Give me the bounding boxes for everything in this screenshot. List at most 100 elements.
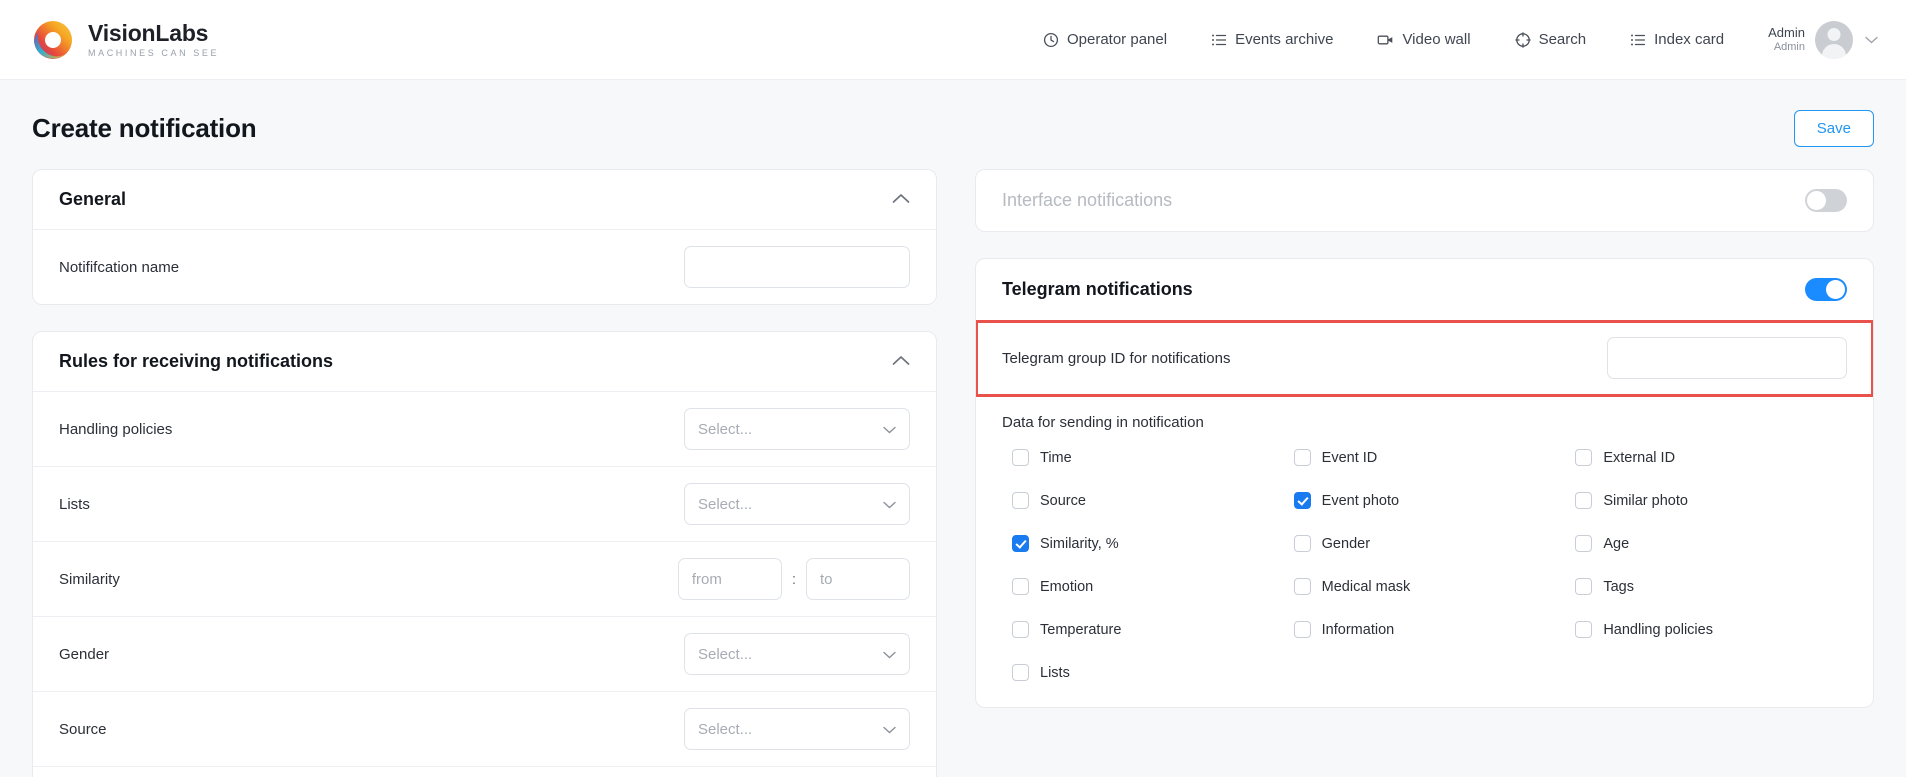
checkbox-emotion[interactable]: Emotion [1012, 578, 1284, 595]
select-value: Select... [698, 495, 753, 513]
source-label: Source [59, 720, 107, 738]
notification-name-row: Notififcation name [33, 230, 936, 304]
checkbox-lists[interactable]: Lists [1012, 664, 1284, 681]
gender-select[interactable]: Select... [684, 633, 910, 675]
source-row: Source Select... [33, 692, 936, 767]
brand-tagline: MACHINES CAN SEE [88, 48, 220, 59]
age-row: Age Select... [33, 767, 936, 777]
checkbox-box [1575, 578, 1593, 595]
lists-select[interactable]: Select... [684, 483, 910, 525]
checkbox-event-id[interactable]: Event ID [1293, 449, 1566, 466]
checkbox-box [1012, 621, 1029, 638]
checkbox-similarity[interactable]: Similarity, % [1012, 535, 1284, 552]
similarity-to-input[interactable] [806, 558, 910, 600]
nav-label: Video wall [1402, 31, 1471, 48]
checkbox-box [1575, 621, 1593, 638]
page-header: Create notification Save [0, 80, 1906, 169]
chevron-down-icon [883, 721, 896, 738]
checkbox-label: Emotion [1040, 578, 1094, 595]
checkbox-source[interactable]: Source [1012, 492, 1284, 509]
chevron-down-icon [883, 496, 896, 513]
similarity-label: Similarity [59, 570, 120, 588]
checkbox-gender[interactable]: Gender [1293, 535, 1566, 552]
checkbox-medical-mask[interactable]: Medical mask [1293, 578, 1566, 595]
checkbox-label: Event ID [1321, 449, 1378, 466]
select-value: Select... [698, 420, 753, 438]
checkbox-box [1575, 492, 1593, 509]
list-icon [1630, 32, 1646, 48]
data-for-sending-section: Data for sending in notification Time Ev… [976, 396, 1873, 707]
right-column: Interface notifications Telegram notific… [975, 169, 1874, 734]
checkbox-handling-policies[interactable]: Handling policies [1575, 621, 1847, 638]
rules-card-header[interactable]: Rules for receiving notifications [33, 332, 936, 392]
nav-item-video-wall[interactable]: Video wall [1355, 18, 1492, 62]
checkbox-event-photo[interactable]: Event photo [1293, 492, 1566, 509]
telegram-group-id-input[interactable] [1607, 337, 1847, 379]
top-navigation-bar: VisionLabs MACHINES CAN SEE Operator pan… [0, 0, 1906, 80]
checkbox-similar-photo[interactable]: Similar photo [1575, 492, 1847, 509]
nav-item-operator-panel[interactable]: Operator panel [1021, 18, 1189, 62]
nav-item-search[interactable]: Search [1493, 18, 1609, 62]
interface-notifications-header: Interface notifications [976, 170, 1873, 231]
nav-label: Events archive [1235, 31, 1334, 48]
chevron-up-icon[interactable] [892, 353, 910, 371]
checkbox-time[interactable]: Time [1012, 449, 1284, 466]
checkbox-external-id[interactable]: External ID [1575, 449, 1847, 466]
checkbox-information[interactable]: Information [1293, 621, 1566, 638]
checkbox-tags[interactable]: Tags [1575, 578, 1847, 595]
content-columns: General Notififcation name Rules for rec… [0, 169, 1906, 777]
user-menu[interactable]: Admin Admin [1768, 20, 1878, 59]
notification-name-input[interactable] [684, 246, 910, 288]
similarity-from-input[interactable] [677, 558, 782, 600]
nav-item-index-card[interactable]: Index card [1608, 18, 1746, 62]
handling-policies-select[interactable]: Select... [684, 408, 910, 450]
data-for-sending-heading: Data for sending in notification [1002, 414, 1204, 431]
telegram-group-id-row: Telegram group ID for notifications [976, 320, 1873, 397]
general-card-header[interactable]: General [33, 170, 936, 230]
select-value: Select... [698, 720, 753, 738]
notification-name-label: Notififcation name [59, 258, 180, 276]
chevron-down-icon [883, 646, 896, 663]
nav-label: Operator panel [1066, 31, 1168, 48]
checkbox-label: Similarity, % [1040, 535, 1119, 552]
chevron-down-icon[interactable] [1865, 32, 1878, 47]
checkbox-box [1293, 578, 1311, 595]
toggle-knob [1826, 280, 1845, 299]
rules-title: Rules for receiving notifications [59, 351, 334, 371]
video-camera-icon [1377, 32, 1394, 48]
chevron-down-icon [883, 421, 896, 438]
nav-label: Search [1538, 31, 1587, 48]
list-icon [1211, 32, 1227, 48]
checkbox-box [1293, 535, 1311, 552]
telegram-group-id-label: Telegram group ID for notifications [1002, 349, 1231, 367]
checkbox-temperature[interactable]: Temperature [1012, 621, 1284, 638]
nav-item-events-archive[interactable]: Events archive [1189, 18, 1355, 62]
checkbox-label: Lists [1040, 664, 1070, 681]
source-select[interactable]: Select... [684, 708, 910, 750]
checkbox-label: Tags [1603, 578, 1634, 595]
checkbox-label: Gender [1321, 535, 1371, 552]
brand-logo[interactable]: VisionLabs MACHINES CAN SEE [32, 19, 219, 61]
checkbox-box [1012, 535, 1029, 552]
interface-notifications-toggle[interactable] [1805, 189, 1847, 212]
chevron-up-icon[interactable] [892, 191, 910, 209]
nav-label: Index card [1654, 31, 1725, 48]
checkbox-age[interactable]: Age [1575, 535, 1847, 552]
data-for-sending-checkbox-grid: Time Event ID External ID Source Event p… [1002, 449, 1847, 681]
checkbox-label: Handling policies [1603, 621, 1713, 638]
checkbox-box [1012, 578, 1029, 595]
similarity-row: Similarity : [33, 542, 936, 617]
telegram-notifications-toggle[interactable] [1805, 278, 1847, 301]
checkbox-label: Similar photo [1603, 492, 1688, 509]
visionlabs-ring-logo-icon [32, 19, 74, 61]
user-name: Admin [1768, 24, 1805, 40]
page-title: Create notification [32, 113, 257, 143]
user-avatar-icon [1815, 20, 1853, 59]
general-title: General [59, 189, 127, 209]
checkbox-box [1012, 492, 1029, 509]
save-button[interactable]: Save [1793, 110, 1874, 147]
checkbox-box [1575, 449, 1593, 466]
checkbox-box [1293, 621, 1311, 638]
checkbox-label: Information [1321, 621, 1395, 638]
left-column: General Notififcation name Rules for rec… [32, 169, 937, 777]
